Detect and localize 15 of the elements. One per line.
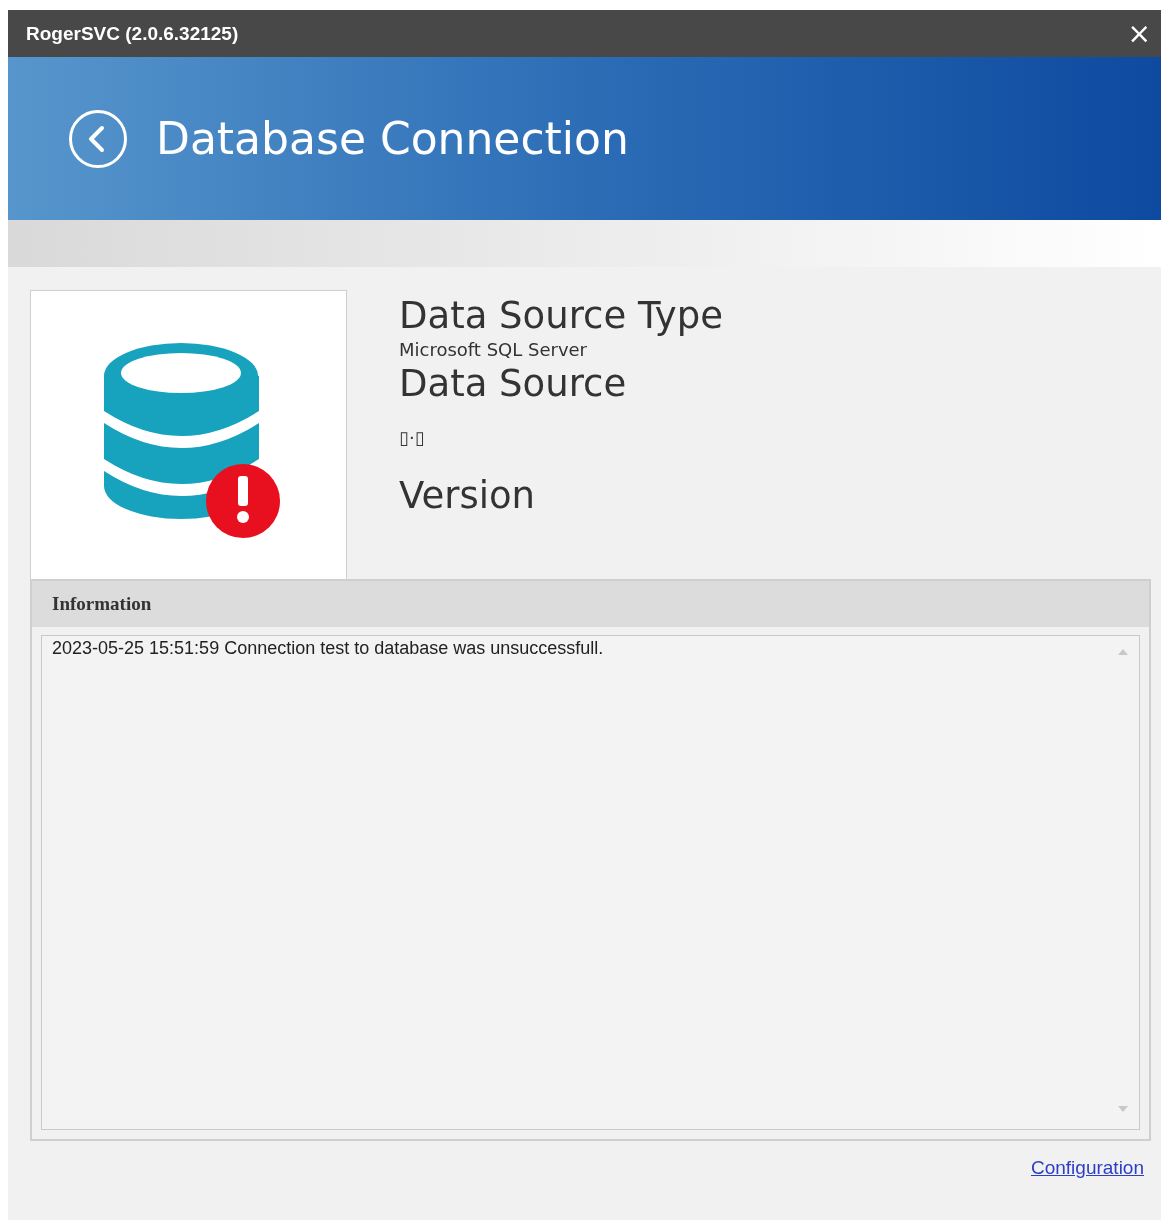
scroll-down-icon[interactable] <box>1117 1105 1129 1113</box>
log-area[interactable]: 2023-05-25 15:51:59 Connection test to database was unsuccessfull. <box>41 635 1140 1130</box>
panel-title: Information <box>32 581 1149 627</box>
field-value: Microsoft SQL Server <box>399 338 588 362</box>
page-title: Database Connection <box>156 113 629 164</box>
section-heading: Version <box>399 474 537 518</box>
field-value: ▯·▯ <box>399 426 426 450</box>
close-button[interactable]: × <box>1127 19 1151 48</box>
section-heading: Data Source Type <box>399 294 723 338</box>
configuration-link[interactable]: Configuration <box>1030 1157 1144 1179</box>
back-icon[interactable] <box>68 108 128 169</box>
log-text: 2023-05-25 15:51:59 Connection test to database was unsuccessfull. <box>52 638 604 660</box>
window-title: RogerSVC (2.0.6.32125) <box>26 22 239 45</box>
scroll-up-icon[interactable] <box>1117 648 1129 656</box>
section-heading: Data Source <box>399 362 628 406</box>
